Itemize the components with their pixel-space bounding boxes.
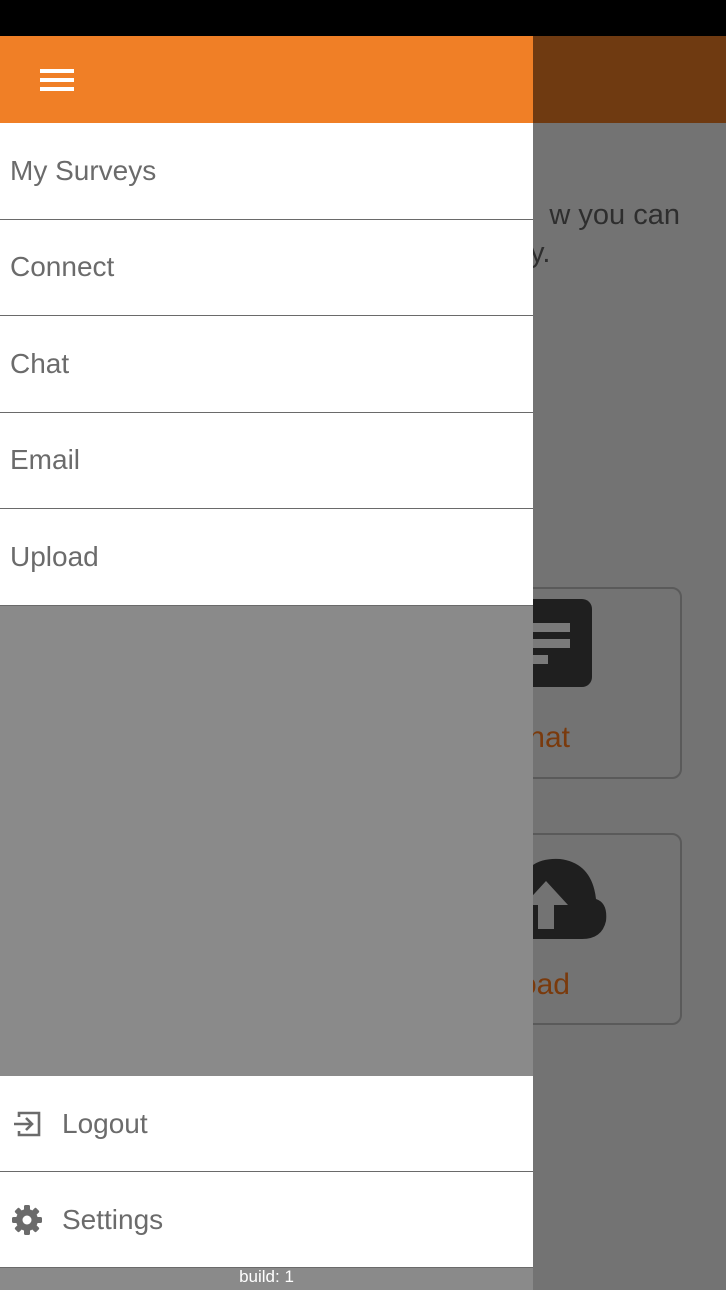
nav-item-label: My Surveys [10,154,157,186]
nav-item-connect[interactable]: Connect [0,219,533,316]
logout-icon [11,1108,43,1140]
nav-item-label: Upload [10,540,99,572]
drawer-bottom-list: Logout Settings [0,1076,533,1268]
status-bar [0,0,726,36]
drawer-header [0,36,533,123]
menu-button[interactable] [28,58,86,102]
nav-item-label: Chat [10,347,70,379]
navigation-drawer: My Surveys Connect Chat Email Upload Log… [0,36,533,1290]
nav-item-label: Connect [10,251,115,283]
logout-label: Logout [62,1107,148,1139]
nav-list: My Surveys Connect Chat Email Upload [0,123,533,606]
app-screen: w you can y. hat oad My Surveys Connect … [0,0,726,1290]
settings-label: Settings [62,1203,164,1235]
nav-item-upload[interactable]: Upload [0,509,533,606]
nav-item-label: Email [10,444,81,476]
nav-item-my-surveys[interactable]: My Surveys [0,123,533,220]
build-info: build: 1 [239,1267,294,1286]
nav-item-chat[interactable]: Chat [0,316,533,413]
logout-button[interactable]: Logout [0,1076,533,1172]
gear-icon [11,1204,43,1236]
settings-button[interactable]: Settings [0,1172,533,1268]
hamburger-menu-icon [28,58,86,102]
nav-item-email[interactable]: Email [0,412,533,509]
